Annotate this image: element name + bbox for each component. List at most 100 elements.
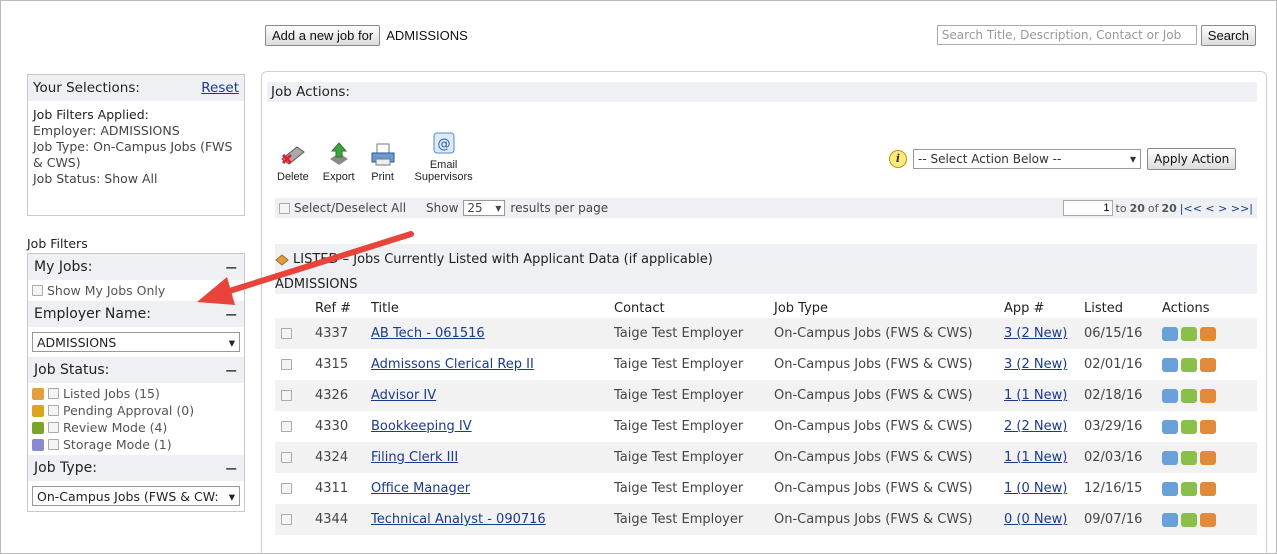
export-button[interactable]: Export xyxy=(323,141,355,183)
row-checkbox[interactable] xyxy=(281,390,292,401)
edit-job-icon[interactable] xyxy=(1162,481,1178,496)
checkbox[interactable] xyxy=(48,422,59,433)
row-actions xyxy=(1162,419,1257,434)
app-link[interactable]: 1 (0 New) xyxy=(1004,481,1067,496)
app-link[interactable]: 1 (1 New) xyxy=(1004,450,1067,465)
job-type-header[interactable]: Job Type: − xyxy=(28,455,244,481)
print-button[interactable]: Print xyxy=(369,141,397,183)
row-checkbox[interactable] xyxy=(281,483,292,494)
action-select-value: -- Select Action Below -- xyxy=(918,152,1062,166)
applicants-icon[interactable] xyxy=(1200,512,1216,527)
applicants-icon[interactable] xyxy=(1200,326,1216,341)
applicants-icon[interactable] xyxy=(1200,419,1216,434)
table-row: 4315 Admissons Clerical Rep II Taige Test … xyxy=(275,349,1257,380)
my-jobs-header[interactable]: My Jobs: − xyxy=(28,254,244,280)
status-option-pending[interactable]: Pending Approval (0) xyxy=(32,402,240,419)
notes-icon[interactable] xyxy=(1181,357,1197,372)
page-nav-links[interactable]: |<< < > >>| xyxy=(1180,202,1253,215)
employer-body: ADMISSIONS ▾ xyxy=(28,327,244,357)
collapse-icon[interactable]: − xyxy=(225,305,238,324)
app-link[interactable]: 3 (2 New) xyxy=(1004,326,1067,341)
employer-header[interactable]: Employer Name: − xyxy=(28,301,244,327)
header-job-type[interactable]: Job Type xyxy=(774,298,1004,318)
header-ref[interactable]: Ref # xyxy=(315,298,371,318)
app-link[interactable]: 3 (2 New) xyxy=(1004,357,1067,372)
notes-icon[interactable] xyxy=(1181,419,1197,434)
applicants-icon[interactable] xyxy=(1200,450,1216,465)
title-link[interactable]: Technical Analyst - 090716 xyxy=(371,512,546,527)
edit-job-icon[interactable] xyxy=(1162,326,1178,341)
email-supervisors-button[interactable]: @ Email Supervisors xyxy=(411,129,477,183)
notes-icon[interactable] xyxy=(1181,512,1197,527)
header-contact[interactable]: Contact xyxy=(614,298,774,318)
collapse-icon[interactable]: − xyxy=(225,361,238,380)
toolbar: Delete Export Print @ Email Supervisors xyxy=(277,129,477,183)
header-listed[interactable]: Listed xyxy=(1084,298,1162,318)
pagination: to 20 of 20 |<< < > >>| xyxy=(1062,200,1253,216)
contact-cell: Taige Test Employer xyxy=(614,450,744,465)
row-checkbox[interactable] xyxy=(281,514,292,525)
reset-link[interactable]: Reset xyxy=(201,80,239,96)
row-checkbox[interactable] xyxy=(281,328,292,339)
add-job-button[interactable]: Add a new job for xyxy=(265,25,381,46)
job-type-cell: On-Campus Jobs (FWS & CWS) xyxy=(774,326,973,341)
status-option-label: Listed Jobs (15) xyxy=(63,386,160,401)
row-checkbox[interactable] xyxy=(281,421,292,432)
status-option-review[interactable]: Review Mode (4) xyxy=(32,419,240,436)
info-icon[interactable]: i xyxy=(889,150,907,168)
collapse-icon[interactable]: − xyxy=(225,258,238,277)
page-input[interactable] xyxy=(1062,200,1113,216)
row-actions xyxy=(1162,512,1257,527)
collapse-icon[interactable]: − xyxy=(225,459,238,478)
apply-action-button[interactable]: Apply Action xyxy=(1147,148,1237,170)
select-all-label[interactable]: Select/Deselect All xyxy=(294,201,406,215)
title-link[interactable]: Office Manager xyxy=(371,481,470,496)
job-status-header[interactable]: Job Status: − xyxy=(28,357,244,383)
notes-icon[interactable] xyxy=(1181,481,1197,496)
checkbox[interactable] xyxy=(48,388,59,399)
notes-icon[interactable] xyxy=(1181,450,1197,465)
listed-icon xyxy=(32,387,44,400)
edit-job-icon[interactable] xyxy=(1162,450,1178,465)
edit-job-icon[interactable] xyxy=(1162,512,1178,527)
table-row: 4344 Technical Analyst - 090716 Taige Test… xyxy=(275,504,1257,535)
search-input[interactable] xyxy=(936,25,1197,45)
contact-cell: Taige Test Employer xyxy=(614,512,744,527)
row-checkbox[interactable] xyxy=(281,452,292,463)
app-link[interactable]: 0 (0 New) xyxy=(1004,512,1067,527)
edit-job-icon[interactable] xyxy=(1162,419,1178,434)
applicants-icon[interactable] xyxy=(1200,481,1216,496)
header-title[interactable]: Title xyxy=(371,298,614,318)
applicants-icon[interactable] xyxy=(1200,388,1216,403)
search-button[interactable]: Search xyxy=(1200,25,1256,46)
checkbox[interactable] xyxy=(32,285,43,296)
status-option-label: Storage Mode (1) xyxy=(63,437,172,452)
delete-button[interactable]: Delete xyxy=(277,141,309,183)
title-link[interactable]: Admissons Clerical Rep II xyxy=(371,357,534,372)
status-option-listed[interactable]: Listed Jobs (15) xyxy=(32,385,240,402)
notes-icon[interactable] xyxy=(1181,326,1197,341)
per-page-select[interactable]: 25 ▾ xyxy=(463,200,506,216)
row-checkbox[interactable] xyxy=(281,359,292,370)
job-type-label: Job Type: xyxy=(34,460,97,476)
employer-select[interactable]: ADMISSIONS ▾ xyxy=(32,332,240,352)
edit-job-icon[interactable] xyxy=(1162,388,1178,403)
title-link[interactable]: Bookkeeping IV xyxy=(371,419,472,434)
edit-job-icon[interactable] xyxy=(1162,357,1178,372)
applicants-icon[interactable] xyxy=(1200,357,1216,372)
status-option-storage[interactable]: Storage Mode (1) xyxy=(32,436,240,453)
header-app[interactable]: App # xyxy=(1004,298,1084,318)
title-link[interactable]: Filing Clerk III xyxy=(371,450,458,465)
app-link[interactable]: 2 (2 New) xyxy=(1004,419,1067,434)
checkbox[interactable] xyxy=(48,439,59,450)
title-link[interactable]: AB Tech - 061516 xyxy=(371,326,485,341)
checkbox[interactable] xyxy=(48,405,59,416)
title-link[interactable]: Advisor IV xyxy=(371,388,436,403)
select-all-checkbox[interactable] xyxy=(279,202,290,214)
app-link[interactable]: 1 (1 New) xyxy=(1004,388,1067,403)
action-select[interactable]: -- Select Action Below -- ▾ xyxy=(913,149,1141,169)
job-type-select[interactable]: On-Campus Jobs (FWS & CW: ▾ xyxy=(32,486,240,506)
show-my-jobs-checkbox[interactable]: Show My Jobs Only xyxy=(32,282,240,299)
notes-icon[interactable] xyxy=(1181,388,1197,403)
ref-cell: 4324 xyxy=(315,450,349,465)
